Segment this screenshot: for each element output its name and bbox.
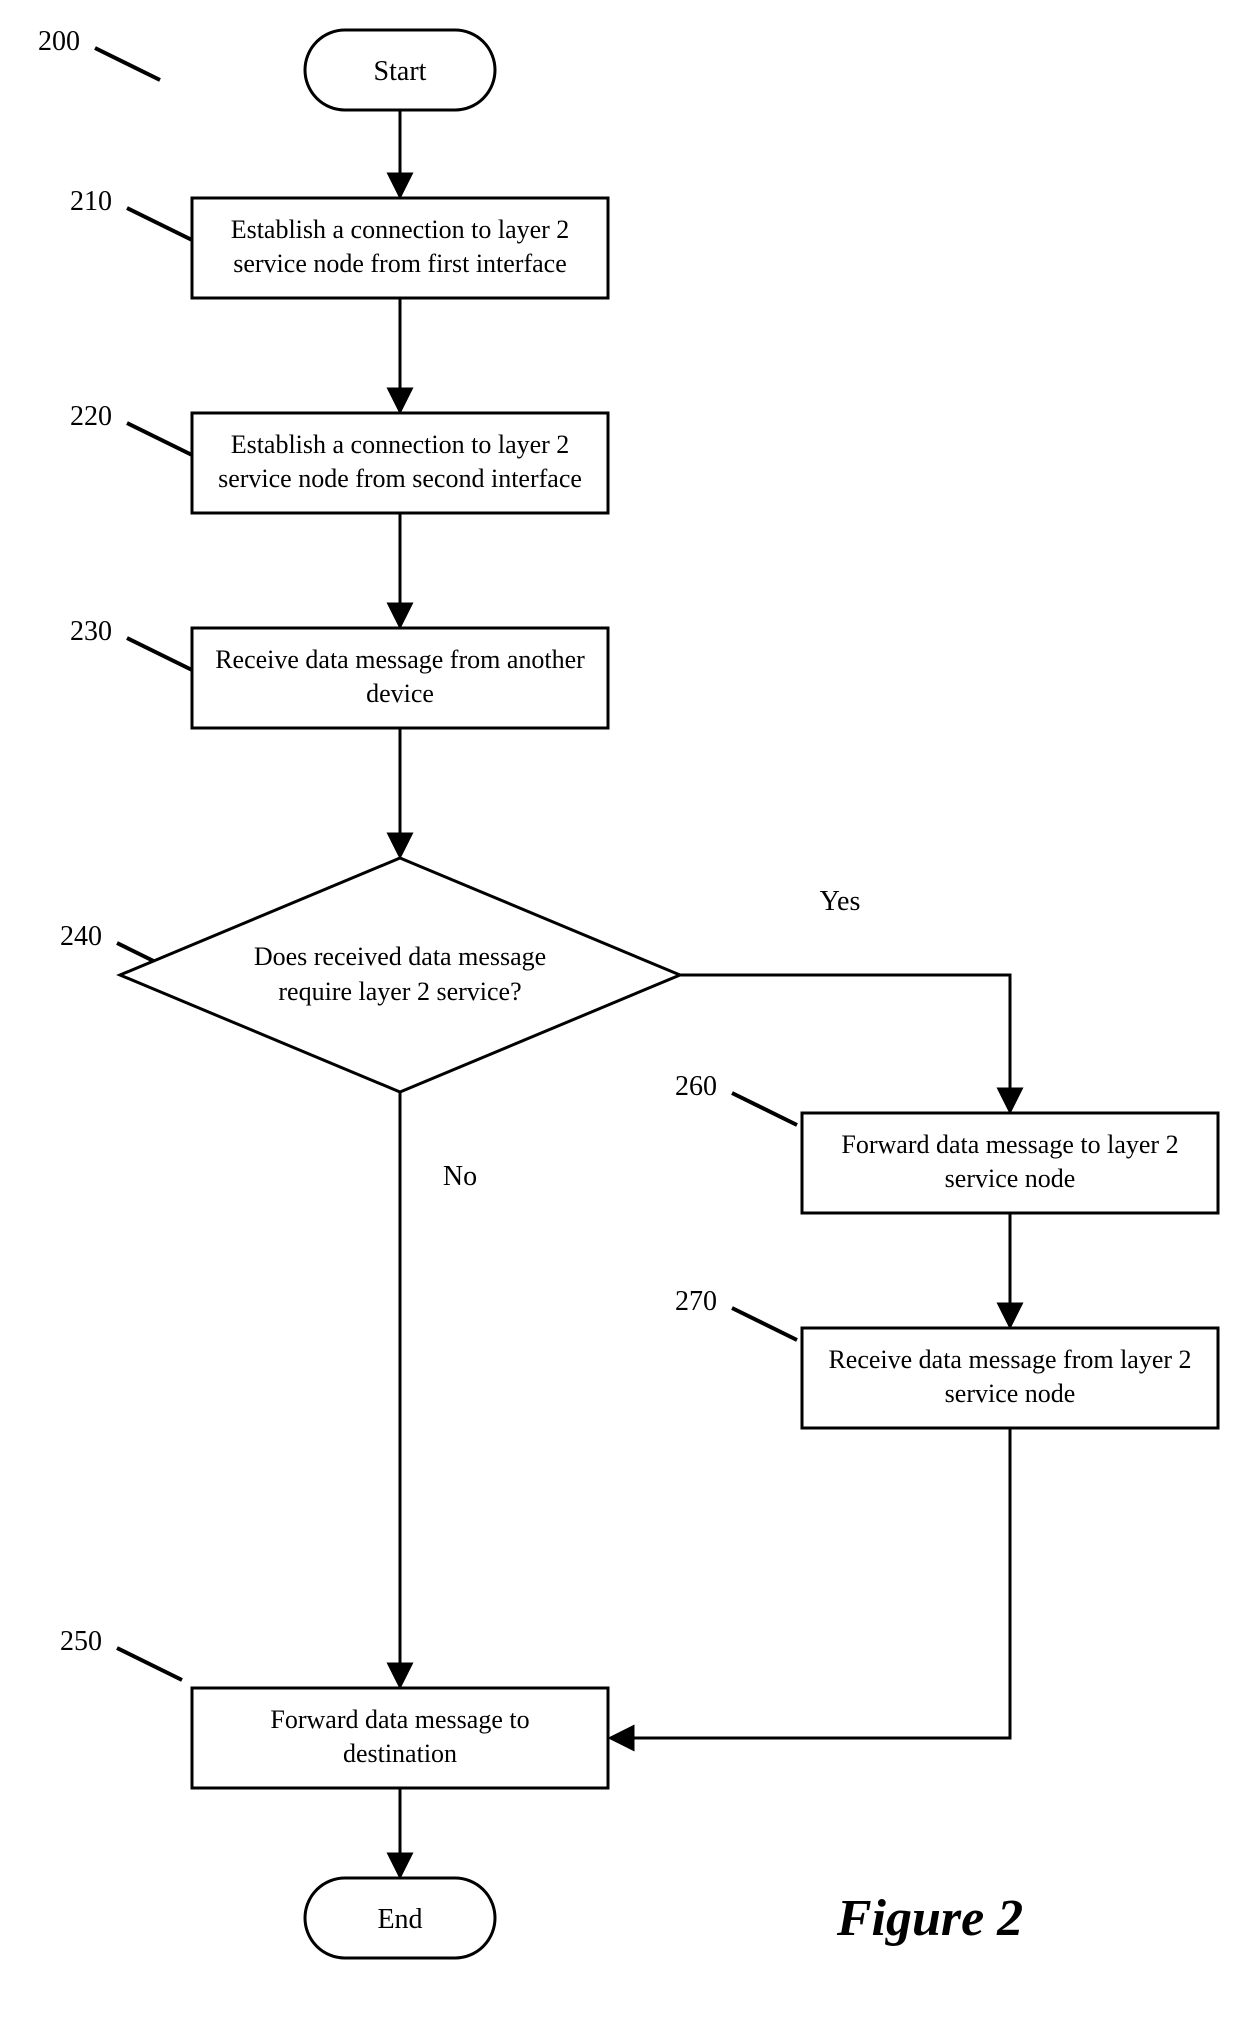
start-label: Start xyxy=(374,56,427,87)
ref-250: 250 xyxy=(60,1626,182,1680)
ref-210: 210 xyxy=(70,186,192,240)
svg-text:210: 210 xyxy=(70,186,112,217)
svg-text:250: 250 xyxy=(60,1626,102,1657)
conn-270-250 xyxy=(612,1428,1010,1738)
svg-text:destination: destination xyxy=(343,1739,457,1768)
box-270: Receive data message from layer 2 servic… xyxy=(802,1328,1218,1428)
ref-200: 200 xyxy=(38,26,160,80)
svg-text:service node from second inter: service node from second interface xyxy=(218,464,582,493)
svg-text:240: 240 xyxy=(60,921,102,952)
svg-text:device: device xyxy=(366,679,434,708)
svg-text:Forward data message to layer: Forward data message to layer 2 xyxy=(841,1130,1178,1159)
svg-text:270: 270 xyxy=(675,1286,717,1317)
ref-230: 230 xyxy=(70,616,192,670)
svg-text:230: 230 xyxy=(70,616,112,647)
svg-text:Receive data message from anot: Receive data message from another xyxy=(215,645,585,674)
end-label: End xyxy=(377,1904,422,1935)
svg-text:require layer 2 service?: require layer 2 service? xyxy=(278,977,521,1006)
conn-240-yes-260 xyxy=(680,975,1010,1110)
ref-220: 220 xyxy=(70,401,192,455)
start-terminator: Start xyxy=(305,30,495,110)
ref-270: 270 xyxy=(675,1286,797,1340)
box-210: Establish a connection to layer 2 servic… xyxy=(192,198,608,298)
figure-label: Figure 2 xyxy=(836,1890,1023,1947)
branch-no-label: No xyxy=(443,1161,477,1192)
svg-text:220: 220 xyxy=(70,401,112,432)
svg-text:service node from first interf: service node from first interface xyxy=(233,249,567,278)
svg-text:Forward data message to: Forward data message to xyxy=(270,1705,529,1734)
svg-text:260: 260 xyxy=(675,1071,717,1102)
svg-text:service node: service node xyxy=(945,1164,1076,1193)
svg-text:service node: service node xyxy=(945,1379,1076,1408)
box-230: Receive data message from another device xyxy=(192,628,608,728)
branch-yes-label: Yes xyxy=(820,886,861,917)
svg-text:Receive data message from laye: Receive data message from layer 2 xyxy=(828,1345,1191,1374)
decision-240: Does received data message require layer… xyxy=(120,858,680,1092)
box-260: Forward data message to layer 2 service … xyxy=(802,1113,1218,1213)
svg-text:200: 200 xyxy=(38,26,80,57)
box-250: Forward data message to destination xyxy=(192,1688,608,1788)
box-220: Establish a connection to layer 2 servic… xyxy=(192,413,608,513)
svg-text:Establish a connection to laye: Establish a connection to layer 2 xyxy=(231,215,570,244)
ref-260: 260 xyxy=(675,1071,797,1125)
end-terminator: End xyxy=(305,1878,495,1958)
svg-text:Does received data message: Does received data message xyxy=(254,942,546,971)
svg-text:Establish a connection to laye: Establish a connection to layer 2 xyxy=(231,430,570,459)
